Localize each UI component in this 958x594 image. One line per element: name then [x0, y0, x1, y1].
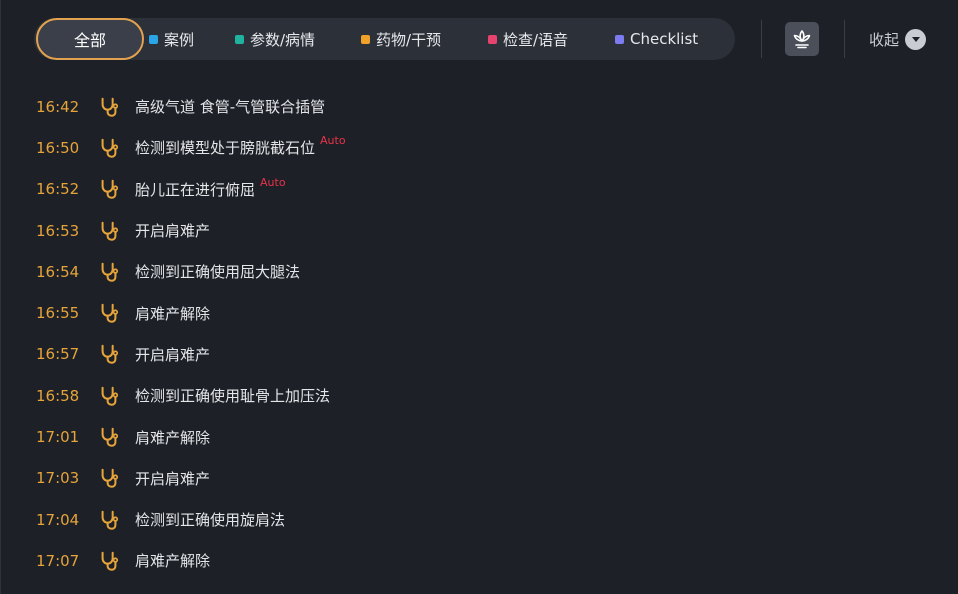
exam-color-dot — [488, 34, 497, 44]
stethoscope-icon — [101, 179, 119, 199]
log-time: 17:03 — [36, 469, 80, 488]
toolbar-divider-2 — [844, 20, 845, 58]
filter-all-label: 全部 — [73, 31, 106, 50]
log-message: 检测到正确使用旋肩法 — [135, 511, 286, 530]
log-time: 16:54 — [36, 262, 80, 281]
stethoscope-icon — [101, 97, 119, 117]
case-color-dot — [149, 34, 158, 44]
log-entry: 16:53 开启肩难产 — [1, 210, 958, 251]
filter-exam-button[interactable]: 检查/语音 — [488, 18, 568, 60]
log-time: 17:01 — [36, 428, 80, 447]
log-entry: 16:58 检测到正确使用耻骨上加压法 — [1, 375, 958, 416]
log-message: 检测到模型处于膀胱截石位 — [135, 139, 316, 158]
log-entry: 17:01 肩难产解除 — [1, 416, 958, 457]
stethoscope-icon — [101, 551, 119, 571]
log-entry: 17:04 检测到正确使用旋肩法 — [1, 499, 958, 540]
log-time: 16:58 — [36, 386, 80, 405]
log-entry: 16:50 检测到模型处于膀胱截石位 Auto — [1, 127, 958, 168]
stethoscope-icon — [101, 303, 119, 323]
drugs-color-dot — [361, 34, 370, 44]
lotus-button[interactable] — [785, 22, 819, 56]
log-text: 检测到模型处于膀胱截石位 Auto — [135, 134, 346, 158]
log-time: 16:57 — [36, 345, 80, 364]
stethoscope-icon — [101, 138, 119, 158]
log-entry: 17:03 开启肩难产 — [1, 458, 958, 499]
log-text: 开启肩难产 — [135, 344, 210, 365]
log-entry: 16:42 高级气道 食管-气管联合插管 — [1, 86, 958, 127]
log-message: 肩难产解除 — [135, 552, 211, 571]
auto-tag: Auto — [320, 134, 346, 148]
log-message: 开启肩难产 — [135, 469, 211, 488]
checklist-color-dot — [615, 34, 624, 44]
log-message: 检测到正确使用屈大腿法 — [135, 263, 301, 282]
log-text: 开启肩难产 — [135, 220, 210, 241]
log-text: 肩难产解除 — [135, 303, 210, 324]
toolbar-divider — [761, 20, 762, 58]
stethoscope-icon — [101, 469, 119, 489]
log-entry: 16:54 检测到正确使用屈大腿法 — [1, 251, 958, 292]
filter-all-button[interactable]: 全部 — [36, 18, 144, 60]
filter-params-label: 参数/病情 — [250, 30, 316, 49]
filter-checklist-label: Checklist — [630, 30, 699, 48]
event-log-panel: 全部 案例 参数/病情 药物/干预 检查/语音 Checklist 收起 16:… — [0, 0, 958, 594]
log-time: 16:42 — [36, 97, 80, 116]
log-time: 17:07 — [36, 551, 80, 570]
log-message: 肩难产解除 — [135, 428, 211, 447]
params-color-dot — [235, 34, 244, 44]
log-entry: 16:57 开启肩难产 — [1, 334, 958, 375]
log-entry: 17:07 肩难产解除 — [1, 540, 958, 581]
log-message: 开启肩难产 — [135, 345, 211, 364]
stethoscope-icon — [101, 386, 119, 406]
filter-params-button[interactable]: 参数/病情 — [235, 18, 315, 60]
filter-case-button[interactable]: 案例 — [149, 18, 194, 60]
log-time: 16:52 — [36, 180, 80, 199]
log-text: 肩难产解除 — [135, 427, 210, 448]
log-text: 开启肩难产 — [135, 468, 210, 489]
log-text: 检测到正确使用耻骨上加压法 — [135, 385, 330, 406]
log-message: 肩难产解除 — [135, 304, 211, 323]
log-text: 检测到正确使用屈大腿法 — [135, 261, 300, 282]
log-time: 16:53 — [36, 221, 80, 240]
log-message: 开启肩难产 — [135, 222, 211, 241]
log-text: 高级气道 食管-气管联合插管 — [135, 96, 325, 117]
auto-tag: Auto — [260, 175, 286, 189]
log-time: 16:55 — [36, 304, 80, 323]
stethoscope-icon — [101, 345, 119, 365]
chevron-down-icon — [905, 28, 927, 50]
filter-exam-label: 检查/语音 — [503, 30, 569, 49]
event-log-list: 16:42 高级气道 食管-气管联合插管 16:50 检测到模型处于膀胱截石位 A… — [1, 86, 958, 582]
filter-drugs-button[interactable]: 药物/干预 — [361, 18, 441, 60]
log-message: 高级气道 食管-气管联合插管 — [135, 98, 326, 117]
log-message: 检测到正确使用耻骨上加压法 — [135, 387, 331, 406]
lotus-icon — [793, 30, 811, 49]
stethoscope-icon — [101, 510, 119, 530]
log-entry: 16:55 肩难产解除 — [1, 292, 958, 333]
filter-drugs-label: 药物/干预 — [376, 30, 442, 49]
log-text: 胎儿正在进行俯屈 Auto — [135, 175, 286, 200]
log-message: 胎儿正在进行俯屈 — [135, 180, 256, 199]
stethoscope-icon — [101, 262, 119, 282]
log-text: 肩难产解除 — [135, 550, 210, 571]
stethoscope-icon — [101, 221, 119, 241]
collapse-button[interactable]: 收起 — [869, 26, 927, 52]
log-entry: 16:52 胎儿正在进行俯屈 Auto — [1, 169, 958, 210]
stethoscope-icon — [101, 427, 119, 447]
filter-case-label: 案例 — [164, 30, 195, 49]
log-text: 检测到正确使用旋肩法 — [135, 509, 285, 530]
collapse-label: 收起 — [869, 30, 900, 49]
filter-checklist-button[interactable]: Checklist — [615, 18, 698, 60]
log-time: 16:50 — [36, 138, 80, 157]
log-time: 17:04 — [36, 510, 80, 529]
category-filter-bar: 全部 案例 参数/病情 药物/干预 检查/语音 Checklist — [34, 18, 735, 60]
